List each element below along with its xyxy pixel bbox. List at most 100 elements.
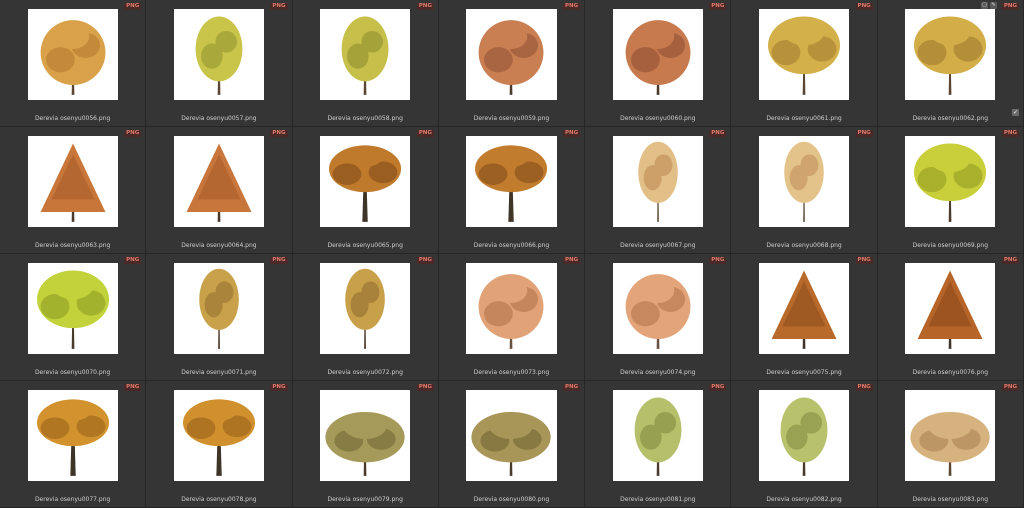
thumbnail-preview[interactable] [173, 390, 264, 481]
file-type-badge: PNG [124, 3, 142, 10]
tree-image [195, 16, 243, 95]
thumbnail-preview[interactable] [27, 9, 118, 100]
thumbnail-preview[interactable] [320, 263, 411, 354]
select-icon[interactable]: ▢ [981, 2, 988, 9]
tree-image [475, 145, 548, 222]
thumbnail-preview[interactable] [320, 390, 411, 481]
thumbnail-item[interactable]: PNG Derevia osenyu0077.png [0, 381, 147, 508]
tree-image [40, 143, 106, 222]
thumbnail-item[interactable]: PNG Derevia osenyu0062.png ▢ ✎ ✓ [877, 0, 1024, 127]
file-name: Derevia osenyu0082.png [766, 496, 842, 503]
thumbnail-item[interactable]: PNG Derevia osenyu0079.png [292, 381, 439, 508]
tree-image [634, 397, 682, 476]
thumbnail-preview[interactable] [466, 9, 557, 100]
thumbnail-preview[interactable] [612, 263, 703, 354]
file-name: Derevia osenyu0081.png [620, 496, 696, 503]
thumbnail-preview[interactable] [173, 9, 264, 100]
tree-image [40, 20, 106, 95]
thumbnail-item[interactable]: PNG Derevia osenyu0081.png [585, 381, 732, 508]
thumbnail-item[interactable]: PNG Derevia osenyu0058.png [292, 0, 439, 127]
thumbnail-item[interactable]: PNG Derevia osenyu0057.png [146, 0, 293, 127]
file-type-badge: PNG [416, 3, 434, 10]
tree-image [917, 270, 983, 349]
tree-image [329, 145, 402, 222]
file-name: Derevia osenyu0077.png [34, 496, 111, 503]
file-name: Derevia osenyu0063.png [34, 242, 111, 249]
tree-image [199, 268, 239, 349]
thumbnail-item[interactable]: PNG Derevia osenyu0083.png [877, 381, 1024, 508]
file-type-badge: PNG [855, 3, 873, 10]
file-type-badge: PNG [562, 130, 581, 137]
file-name: Derevia osenyu0080.png [473, 496, 550, 503]
thumbnail-item[interactable]: PNG Derevia osenyu0076.png [877, 254, 1024, 381]
file-type-badge: PNG [124, 384, 142, 391]
thumbnail-preview[interactable] [759, 390, 850, 481]
thumbnail-item[interactable]: PNG Derevia osenyu0066.png [438, 127, 586, 254]
tree-image [182, 399, 255, 476]
tree-image [325, 411, 405, 476]
thumbnail-item[interactable]: PNG Derevia osenyu0074.png [585, 254, 732, 381]
file-type-badge: PNG [709, 384, 727, 391]
file-name: Derevia osenyu0074.png [620, 369, 696, 376]
file-name: Derevia osenyu0078.png [181, 496, 257, 503]
thumbnail-item[interactable]: PNG Derevia osenyu0064.png [146, 127, 293, 254]
thumbnail-preview[interactable] [320, 9, 411, 100]
thumbnail-item[interactable]: PNG Derevia osenyu0073.png [438, 254, 586, 381]
thumbnail-preview[interactable] [466, 390, 557, 481]
file-type-badge: PNG [416, 384, 434, 391]
thumbnail-item[interactable]: PNG Derevia osenyu0056.png [0, 0, 147, 127]
thumbnail-item[interactable]: PNG Derevia osenyu0063.png [0, 127, 147, 254]
thumbnail-preview[interactable] [612, 9, 703, 100]
thumbnail-item[interactable]: PNG Derevia osenyu0067.png [585, 127, 732, 254]
thumbnail-preview[interactable] [759, 263, 850, 354]
thumbnail-preview[interactable] [173, 263, 264, 354]
thumbnail-preview[interactable] [320, 136, 411, 227]
checkbox-icon[interactable]: ✓ [1012, 109, 1019, 116]
tree-image [471, 411, 552, 476]
thumbnail-preview[interactable] [27, 263, 118, 354]
file-type-badge: PNG [709, 3, 727, 10]
thumbnail-item[interactable]: PNG Derevia osenyu0060.png [585, 0, 732, 127]
thumbnail-item[interactable]: PNG Derevia osenyu0070.png [0, 254, 147, 381]
thumbnail-item[interactable]: PNG Derevia osenyu0078.png [146, 381, 293, 508]
edit-icon[interactable]: ✎ [990, 2, 997, 9]
thumbnail-preview[interactable] [612, 390, 703, 481]
thumbnail-preview[interactable] [173, 136, 264, 227]
tree-image [625, 274, 691, 349]
file-name: Derevia osenyu0066.png [473, 242, 550, 249]
tree-image [345, 268, 386, 349]
tree-image [771, 270, 837, 349]
thumbnail-item[interactable]: PNG Derevia osenyu0082.png [731, 381, 878, 508]
thumbnail-item[interactable]: PNG Derevia osenyu0061.png [731, 0, 878, 127]
thumbnail-preview[interactable] [905, 136, 996, 227]
thumbnail-item[interactable]: PNG Derevia osenyu0069.png [877, 127, 1024, 254]
thumbnail-item[interactable]: PNG Derevia osenyu0071.png [146, 254, 293, 381]
thumbnail-preview[interactable] [759, 136, 850, 227]
thumbnail-preview[interactable] [905, 9, 996, 100]
tree-image [479, 20, 544, 95]
item-overlay-tools: ▢ ✎ [981, 2, 997, 9]
file-name: Derevia osenyu0083.png [912, 496, 989, 503]
file-name: Derevia osenyu0060.png [620, 115, 696, 122]
thumbnail-preview[interactable] [905, 390, 996, 481]
thumbnail-preview[interactable] [759, 9, 850, 100]
thumbnail-item[interactable]: PNG Derevia osenyu0075.png [731, 254, 878, 381]
thumbnail-item[interactable]: PNG Derevia osenyu0059.png [438, 0, 586, 127]
file-name: Derevia osenyu0057.png [181, 115, 257, 122]
file-name: Derevia osenyu0076.png [912, 369, 989, 376]
thumbnail-preview[interactable] [612, 136, 703, 227]
thumbnail-preview[interactable] [27, 390, 118, 481]
file-type-badge: PNG [416, 130, 434, 137]
thumbnail-preview[interactable] [905, 263, 996, 354]
thumbnail-item[interactable]: PNG Derevia osenyu0072.png [292, 254, 439, 381]
thumbnail-item[interactable]: PNG Derevia osenyu0065.png [292, 127, 439, 254]
file-type-badge: PNG [270, 3, 288, 10]
thumbnail-preview[interactable] [466, 136, 557, 227]
thumbnail-preview[interactable] [27, 136, 118, 227]
thumbnail-item[interactable]: PNG Derevia osenyu0080.png [438, 381, 586, 508]
thumbnail-item[interactable]: PNG Derevia osenyu0068.png [731, 127, 878, 254]
file-type-badge: PNG [1001, 384, 1019, 391]
thumbnail-preview[interactable] [466, 263, 557, 354]
tree-image [914, 143, 987, 222]
file-name: Derevia osenyu0068.png [766, 242, 842, 249]
